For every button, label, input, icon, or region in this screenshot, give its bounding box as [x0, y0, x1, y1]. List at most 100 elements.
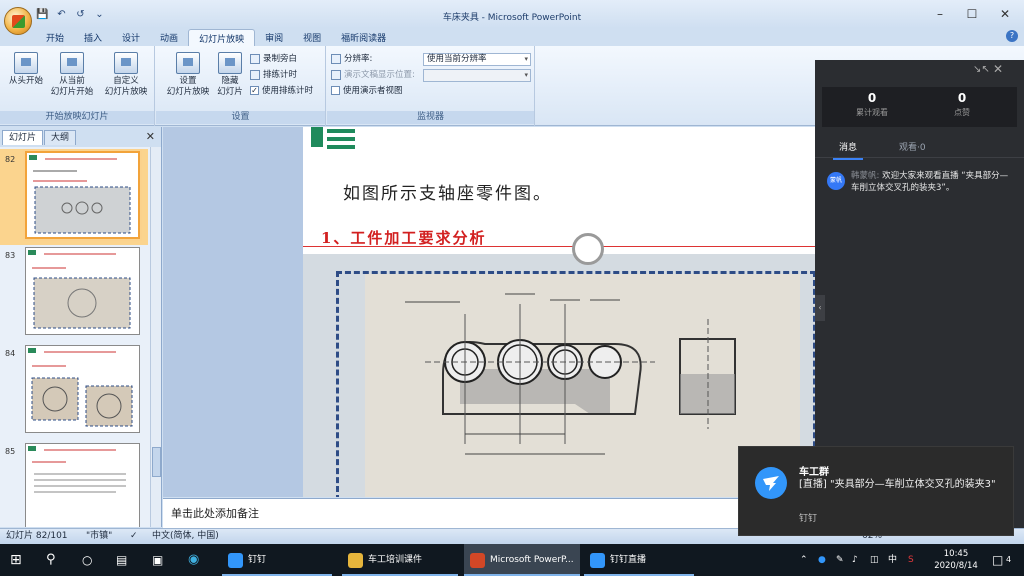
resolution-select[interactable]: 使用当前分辨率 ▾ [423, 53, 531, 66]
taskbar-app-dingtalk[interactable]: 钉钉 [222, 544, 332, 576]
slide-thumbnail[interactable] [25, 443, 140, 527]
show-on-select[interactable]: ▾ [423, 69, 531, 82]
record-narration-label: 录制旁白 [263, 54, 298, 64]
shrink-icon[interactable]: ↘↖ [973, 64, 990, 75]
tray-volume-icon[interactable]: ♪ [852, 544, 858, 576]
slide-number: 85 [5, 447, 16, 456]
notes-pane[interactable]: 单击此处添加备注 [163, 498, 815, 528]
language-indicator[interactable]: 中文(简体, 中国) [152, 529, 219, 544]
tab-messages[interactable]: 消息 [832, 140, 864, 160]
tab-viewers[interactable]: 观看·0 [899, 140, 926, 153]
minimize-button[interactable]: – [925, 6, 955, 22]
slide-thumbnail[interactable] [25, 345, 140, 433]
from-beginning-button[interactable]: 从头开始 [6, 52, 46, 87]
tab-slideshow[interactable]: 幻灯片放映 [188, 29, 256, 46]
office-logo-icon [11, 14, 25, 28]
taskbar-app-powerpoint[interactable]: Microsoft PowerP... [464, 544, 580, 576]
slide-logo-icon [311, 127, 355, 149]
part-drawing-image[interactable] [365, 274, 800, 497]
hide-slide-icon [218, 52, 242, 74]
scrollbar-thumb[interactable] [152, 447, 161, 477]
live-stats: 0 累计观看 0 点赞 [822, 87, 1017, 127]
rotation-handle[interactable] [572, 233, 604, 265]
custom-show-icon [114, 52, 138, 74]
slide-canvas[interactable]: 如图所示支轴座零件图。 1、工件加工要求分析 [163, 127, 815, 497]
slide-heading[interactable]: 如图所示支轴座零件图。 [343, 179, 552, 204]
clock-time: 10:45 [943, 549, 969, 559]
close-button[interactable]: ✕ [990, 6, 1020, 22]
office-button[interactable] [4, 7, 32, 35]
tray-battery-icon[interactable]: ◫ [870, 544, 879, 576]
tab-review[interactable]: 审阅 [255, 29, 293, 46]
rehearse-timings-button[interactable]: 排练计时 [250, 68, 297, 82]
from-current-label-2: 幻灯片开始 [50, 87, 94, 97]
checkbox-empty-icon [331, 86, 340, 95]
ime-indicator[interactable]: 中 [888, 544, 897, 576]
taskbar-app-folder[interactable]: 车工培训课件 [342, 544, 458, 576]
rehearse-label: 排练计时 [263, 70, 298, 80]
close-live-icon[interactable]: ✕ [993, 62, 1003, 76]
group-start-slideshow: 从头开始 从当前 幻灯片开始 自定义 幻灯片放映 开始放映幻灯片 [0, 46, 155, 126]
title-bar: 💾 ↶ ↺ ⌄ 车床夹具 - Microsoft PowerPoint – ☐ … [0, 0, 1024, 35]
pane-tabs: 幻灯片 大纲 [2, 130, 77, 145]
from-beginning-label: 从头开始 [8, 76, 43, 86]
hide-label-2: 幻灯片 [217, 87, 243, 97]
tray-chevron-icon[interactable]: ⌃ [800, 544, 808, 576]
tray-dingtalk-icon[interactable]: ● [818, 544, 826, 576]
tab-insert[interactable]: 插入 [74, 29, 112, 46]
thumbnail-scrollbar[interactable] [150, 147, 161, 527]
notifications-icon[interactable]: □ [992, 544, 1003, 576]
slide-subheading[interactable]: 1、工件加工要求分析 [321, 227, 486, 248]
task-view-icon[interactable]: ▤ [116, 544, 127, 576]
taskbar-app-dingtalk-live[interactable]: 钉钉直播 [584, 544, 694, 576]
cortana-icon[interactable]: ○ [82, 544, 92, 576]
from-current-button[interactable]: 从当前 幻灯片开始 [46, 52, 98, 98]
tab-design[interactable]: 设计 [112, 29, 150, 46]
group-monitors: 分辨率: 使用当前分辨率 ▾ 演示文稿显示位置: ▾ 使用演示者视图 监视器 [327, 46, 535, 126]
edge-icon[interactable]: ◉ [188, 544, 199, 576]
tray-network-icon[interactable]: ✎ [836, 544, 844, 576]
setup-slideshow-button[interactable]: 设置 幻灯片放映 [162, 52, 214, 98]
help-icon[interactable]: ? [1006, 30, 1018, 42]
live-panel-header: ↘↖ ✕ [815, 60, 1024, 82]
hide-label-1: 隐藏 [221, 76, 239, 86]
toast-body: [直播] "夹具部分—车削立体交叉孔的装夹3" [799, 479, 996, 490]
slide-counter: 幻灯片 82/101 [6, 531, 68, 541]
slide-thumbnail[interactable] [25, 247, 140, 335]
tab-view[interactable]: 视图 [293, 29, 331, 46]
spell-check-icon[interactable]: ✓ [130, 529, 138, 544]
custom-show-label-1: 自定义 [113, 76, 139, 86]
slide-thumbnail[interactable] [25, 151, 140, 239]
close-pane-icon[interactable]: ✕ [146, 130, 155, 143]
tab-foxit-reader[interactable]: 福昕阅读器 [331, 29, 396, 46]
custom-slideshow-button[interactable]: 自定义 幻灯片放映 [100, 52, 152, 98]
record-narration-button[interactable]: 录制旁白 [250, 52, 297, 66]
taskbar: ⊞ ⚲ ○ ▤ ▣ ◉ 钉钉 车工培训课件 Microsoft PowerP..… [0, 544, 1024, 576]
presenter-view-checkbox[interactable]: 使用演示者视图 [331, 84, 403, 98]
taskbar-app-label: Microsoft PowerP... [490, 555, 574, 565]
taskbar-app-label: 钉钉直播 [610, 555, 647, 565]
windows-start-icon[interactable]: ⊞ [10, 544, 22, 576]
search-icon[interactable]: ⚲ [46, 544, 56, 576]
tab-animations[interactable]: 动画 [150, 29, 188, 46]
tray-sogou-icon[interactable]: S [908, 544, 914, 576]
clock[interactable]: 10:45 2020/8/14 [927, 548, 985, 572]
presenter-view-label: 使用演示者视图 [343, 86, 403, 96]
views-stat: 0 累计观看 [827, 91, 917, 118]
tab-slides[interactable]: 幻灯片 [2, 130, 44, 145]
hide-slide-button[interactable]: 隐藏 幻灯片 [212, 52, 248, 98]
store-icon[interactable]: ▣ [152, 544, 163, 576]
views-count: 0 [867, 91, 877, 105]
message-sender: 韩蒙帆: [851, 171, 880, 181]
thumbnail-list[interactable]: 82 83 84 85 [0, 147, 150, 527]
tab-home[interactable]: 开始 [36, 29, 74, 46]
notification-toast[interactable]: 车工群 [直播] "夹具部分—车削立体交叉孔的装夹3" 钉钉 [738, 446, 1014, 536]
avatar: 蒙帆 [827, 172, 845, 190]
setup-label-2: 幻灯片放映 [166, 87, 210, 97]
collapse-panel-icon[interactable]: ‹ [815, 295, 825, 321]
thumbnail-preview [28, 446, 126, 493]
use-timings-checkbox[interactable]: ✓ 使用排练计时 [250, 84, 313, 98]
custom-show-label-2: 幻灯片放映 [104, 87, 148, 97]
maximize-button[interactable]: ☐ [957, 6, 987, 22]
tab-outline[interactable]: 大纲 [44, 130, 77, 145]
